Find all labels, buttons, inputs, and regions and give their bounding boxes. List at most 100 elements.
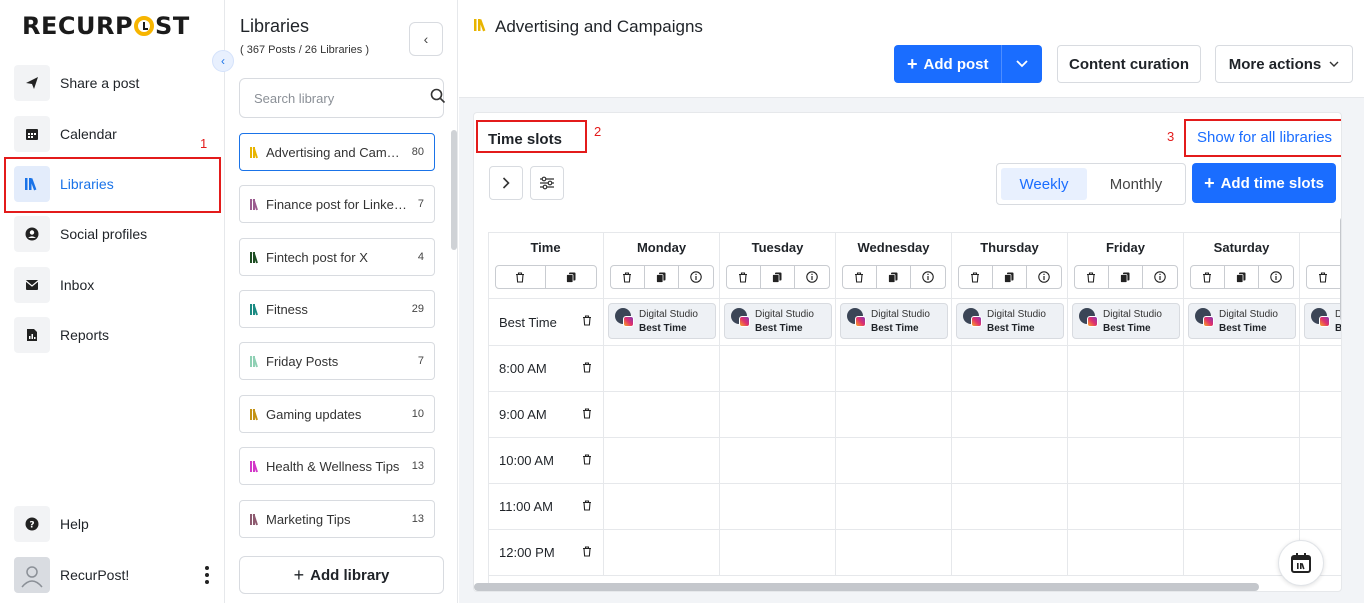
info-icon[interactable] <box>1143 266 1177 288</box>
delete-icon[interactable] <box>611 266 645 288</box>
info-icon[interactable] <box>1259 266 1293 288</box>
time-slot-cell[interactable] <box>1068 484 1184 530</box>
search-library-input[interactable] <box>254 90 430 106</box>
add-library-button[interactable]: + Add library <box>239 556 444 594</box>
time-slot-cell[interactable] <box>836 530 952 576</box>
time-slot-cell[interactable] <box>1300 346 1341 392</box>
weekly-tab[interactable]: Weekly <box>1001 168 1087 200</box>
nav-item-help[interactable]: ? Help <box>14 506 214 542</box>
library-item[interactable]: Gaming updates 10 <box>239 395 435 433</box>
time-slot-cell[interactable] <box>952 392 1068 438</box>
time-slot-cell[interactable] <box>1068 438 1184 484</box>
time-slot-cell[interactable] <box>720 346 836 392</box>
time-slot-cell[interactable] <box>952 530 1068 576</box>
delete-icon[interactable] <box>1307 266 1341 288</box>
nav-item-reports[interactable]: Reports <box>14 317 214 353</box>
filter-settings-button[interactable] <box>530 166 564 200</box>
libraries-scrollbar[interactable] <box>451 130 457 250</box>
avatar[interactable] <box>14 557 50 593</box>
best-time-chip[interactable]: Digital StudioBest Time <box>840 303 948 339</box>
best-time-cell[interactable]: Digital StudioBest Time <box>1300 299 1341 346</box>
time-slot-cell[interactable] <box>720 530 836 576</box>
library-item[interactable]: Friday Posts 7 <box>239 342 435 380</box>
more-actions-button[interactable]: More actions <box>1215 45 1353 83</box>
time-slot-cell[interactable] <box>604 438 720 484</box>
delete-icon[interactable] <box>1191 266 1225 288</box>
library-item[interactable]: Fintech post for X 4 <box>239 238 435 276</box>
best-time-chip[interactable]: Digital StudioBest Time <box>608 303 716 339</box>
library-item[interactable]: Finance post for LinkedIn 7 <box>239 185 435 223</box>
copy-icon[interactable] <box>877 266 911 288</box>
library-item[interactable]: Marketing Tips 13 <box>239 500 435 538</box>
info-icon[interactable] <box>1027 266 1061 288</box>
monthly-tab[interactable]: Monthly <box>1091 168 1181 200</box>
time-slot-cell[interactable] <box>952 484 1068 530</box>
library-item[interactable]: Fitness 29 <box>239 290 435 328</box>
best-time-cell[interactable]: Digital StudioBest Time <box>1184 299 1300 346</box>
user-profile-row[interactable]: RecurPost! <box>14 557 214 593</box>
content-curation-button[interactable]: Content curation <box>1057 45 1201 83</box>
best-time-chip[interactable]: Digital StudioBest Time <box>1188 303 1296 339</box>
delete-icon[interactable] <box>582 499 592 514</box>
best-time-chip[interactable]: Digital StudioBest Time <box>1304 303 1341 339</box>
time-slot-cell[interactable] <box>1068 392 1184 438</box>
collapse-libraries-button[interactable]: ‹ <box>409 22 443 56</box>
time-slot-cell[interactable] <box>604 484 720 530</box>
time-slot-cell[interactable] <box>952 438 1068 484</box>
info-icon[interactable] <box>679 266 713 288</box>
time-slot-cell[interactable] <box>836 392 952 438</box>
delete-icon[interactable] <box>727 266 761 288</box>
nav-item-social-profiles[interactable]: Social profiles <box>14 216 214 252</box>
nav-item-share-a-post[interactable]: Share a post <box>14 65 214 101</box>
grid-vertical-scrollbar[interactable] <box>1340 217 1341 321</box>
time-slot-cell[interactable] <box>1300 392 1341 438</box>
best-time-chip[interactable]: Digital StudioBest Time <box>956 303 1064 339</box>
add-post-dropdown-button[interactable] <box>1002 45 1042 83</box>
recurpost-logo[interactable]: RECURP ST <box>22 12 190 40</box>
delete-icon[interactable] <box>1075 266 1109 288</box>
delete-icon[interactable] <box>582 407 592 422</box>
delete-icon[interactable] <box>582 361 592 376</box>
time-slot-cell[interactable] <box>1184 346 1300 392</box>
info-icon[interactable] <box>795 266 829 288</box>
delete-icon[interactable] <box>582 315 592 329</box>
add-time-slots-button[interactable]: + Add time slots <box>1192 163 1336 203</box>
time-slot-cell[interactable] <box>1184 484 1300 530</box>
more-options-icon[interactable] <box>200 557 214 593</box>
time-slot-cell[interactable] <box>1068 530 1184 576</box>
best-time-cell[interactable]: Digital StudioBest Time <box>952 299 1068 346</box>
time-slot-cell[interactable] <box>720 392 836 438</box>
copy-icon[interactable] <box>546 266 596 288</box>
best-time-cell[interactable]: Digital StudioBest Time <box>720 299 836 346</box>
info-icon[interactable] <box>911 266 945 288</box>
best-time-cell[interactable]: Digital StudioBest Time <box>836 299 952 346</box>
time-slot-cell[interactable] <box>952 346 1068 392</box>
time-slot-cell[interactable] <box>836 438 952 484</box>
delete-icon[interactable] <box>582 545 592 560</box>
time-slot-cell[interactable] <box>1184 392 1300 438</box>
library-calendar-fab[interactable] <box>1278 540 1324 586</box>
copy-icon[interactable] <box>645 266 679 288</box>
delete-icon[interactable] <box>959 266 993 288</box>
time-slot-cell[interactable] <box>1184 438 1300 484</box>
time-slot-cell[interactable] <box>604 346 720 392</box>
expand-panel-button[interactable] <box>489 166 523 200</box>
best-time-cell[interactable]: Digital StudioBest Time <box>604 299 720 346</box>
time-slot-cell[interactable] <box>836 346 952 392</box>
copy-icon[interactable] <box>761 266 795 288</box>
time-slot-cell[interactable] <box>604 392 720 438</box>
copy-icon[interactable] <box>1225 266 1259 288</box>
delete-icon[interactable] <box>843 266 877 288</box>
time-slot-cell[interactable] <box>1300 484 1341 530</box>
library-item[interactable]: Health & Wellness Tips 13 <box>239 447 435 485</box>
delete-icon[interactable] <box>496 266 546 288</box>
add-post-button[interactable]: + Add post <box>894 45 1001 83</box>
collapse-nav-button[interactable]: ‹ <box>212 50 234 72</box>
library-item[interactable]: Advertising and Campaigns 80 <box>239 133 435 171</box>
copy-icon[interactable] <box>1109 266 1143 288</box>
time-slot-cell[interactable] <box>836 484 952 530</box>
nav-item-inbox[interactable]: Inbox <box>14 267 214 303</box>
time-slot-cell[interactable] <box>1300 438 1341 484</box>
time-slot-cell[interactable] <box>604 530 720 576</box>
best-time-chip[interactable]: Digital StudioBest Time <box>1072 303 1180 339</box>
